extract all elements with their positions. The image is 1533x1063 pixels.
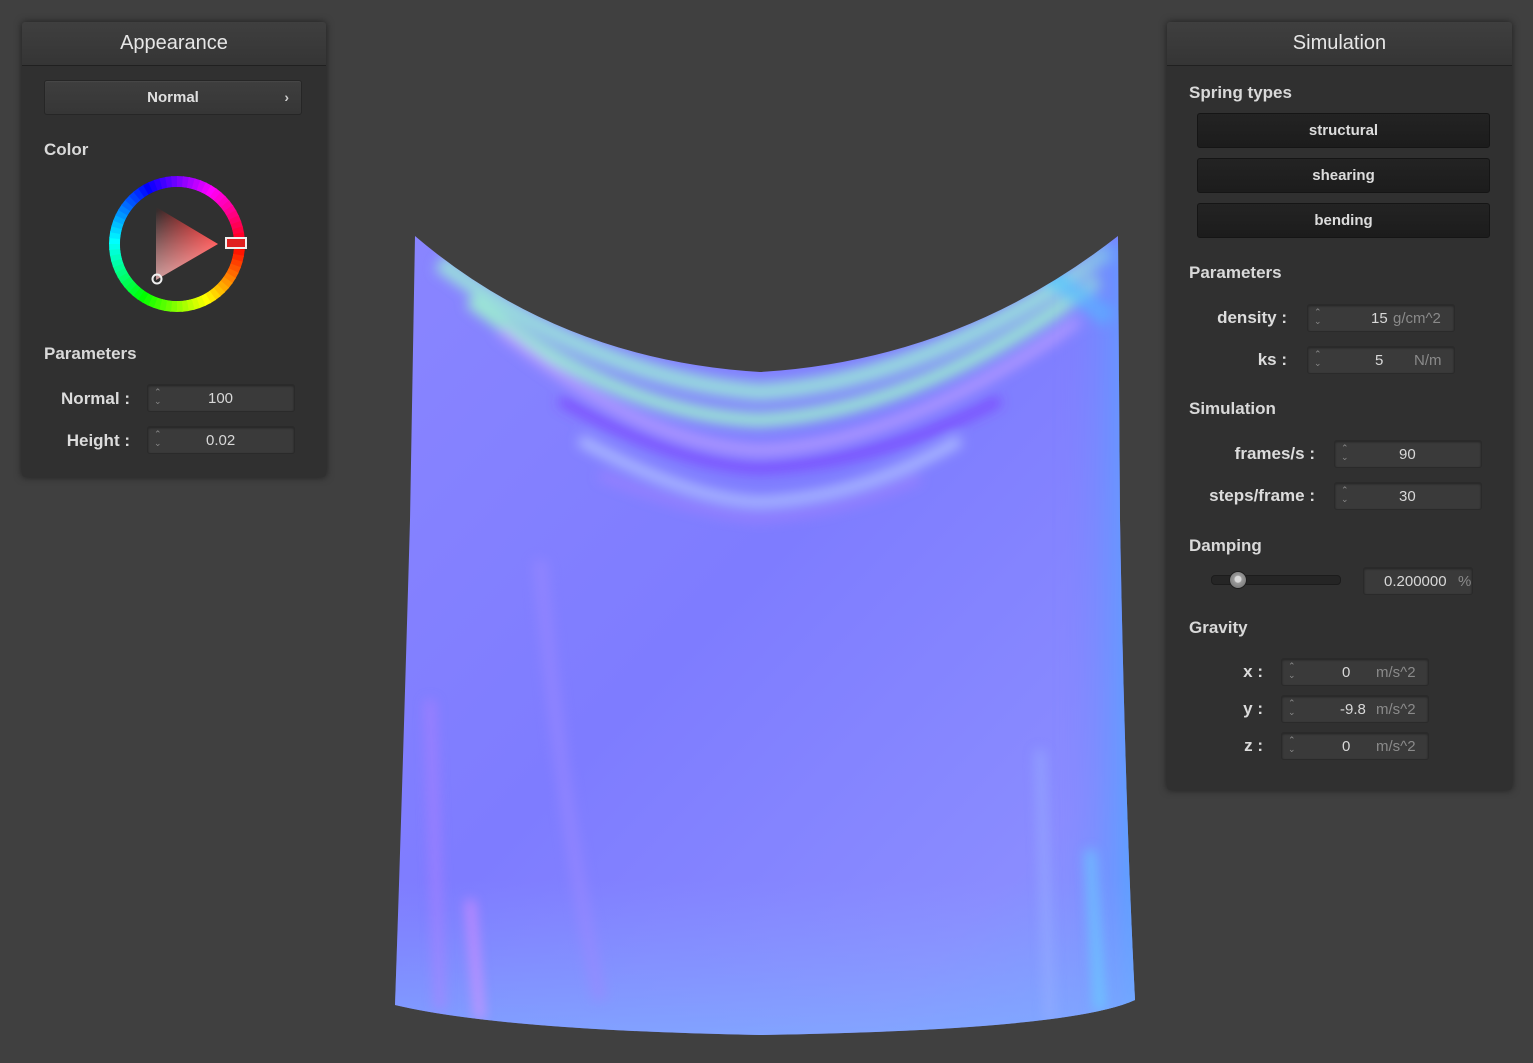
spinner-icon[interactable]: ⌃ ⌄ xyxy=(1314,308,1324,328)
shearing-button[interactable]: shearing xyxy=(1197,158,1490,193)
steps-per-frame-input[interactable]: ⌃ ⌄ 30 xyxy=(1334,482,1482,510)
simulation-parameters-label: Parameters xyxy=(1189,263,1282,282)
ks-value: 5 xyxy=(1375,352,1384,369)
gravity-y-label: y : xyxy=(1243,699,1263,718)
spinner-icon[interactable]: ⌃ ⌄ xyxy=(154,388,164,408)
height-label: Height : xyxy=(66,431,130,450)
simulation-panel: Simulation Spring types structural shear… xyxy=(1167,22,1512,790)
frames-per-second-input[interactable]: ⌃ ⌄ 90 xyxy=(1334,440,1482,468)
appearance-panel: Appearance Normal › Color Parameters Nor… xyxy=(22,22,326,477)
damping-value: 0.200000 xyxy=(1384,573,1447,590)
spinner-icon[interactable]: ⌃ ⌄ xyxy=(1288,736,1298,756)
shading-mode-button[interactable]: Normal › xyxy=(44,80,302,115)
appearance-panel-title[interactable]: Appearance xyxy=(22,22,326,66)
density-unit: g/cm^2 xyxy=(1393,310,1441,327)
density-input[interactable]: ⌃ ⌄ 15 g/cm^2 xyxy=(1307,304,1455,332)
spinner-icon[interactable]: ⌃ ⌄ xyxy=(1288,699,1298,719)
gravity-label: Gravity xyxy=(1189,618,1248,637)
density-value: 15 xyxy=(1371,310,1388,327)
gravity-x-value: 0 xyxy=(1342,664,1351,681)
spinner-icon[interactable]: ⌃ ⌄ xyxy=(1341,486,1351,506)
ks-unit: N/m xyxy=(1414,352,1442,369)
gravity-x-input[interactable]: ⌃ ⌄ 0 m/s^2 xyxy=(1281,658,1429,686)
gravity-x-label: x : xyxy=(1243,662,1263,681)
gravity-y-input[interactable]: ⌃ ⌄ -9.8 m/s^2 xyxy=(1281,695,1429,723)
damping-label: Damping xyxy=(1189,536,1262,555)
color-section-label: Color xyxy=(44,140,89,159)
gravity-z-input[interactable]: ⌃ ⌄ 0 m/s^2 xyxy=(1281,732,1429,760)
damping-slider-handle[interactable] xyxy=(1228,571,1247,589)
spinner-icon[interactable]: ⌃ ⌄ xyxy=(154,430,164,450)
gravity-y-unit: m/s^2 xyxy=(1376,701,1416,718)
simulation-section-label: Simulation xyxy=(1189,399,1276,418)
gravity-z-label: z : xyxy=(1244,736,1263,755)
color-wheel[interactable] xyxy=(102,170,252,320)
damping-input[interactable]: 0.200000 % xyxy=(1363,567,1473,595)
simulation-panel-title[interactable]: Simulation xyxy=(1167,22,1512,66)
frames-per-second-label: frames/s : xyxy=(1234,444,1315,463)
bending-button[interactable]: bending xyxy=(1197,203,1490,238)
height-input[interactable]: ⌃ ⌄ 0.02 xyxy=(147,426,295,454)
chevron-right-icon: › xyxy=(284,89,289,105)
normal-value: 100 xyxy=(208,390,234,407)
appearance-parameters-label: Parameters xyxy=(44,344,137,363)
ks-input[interactable]: ⌃ ⌄ 5 N/m xyxy=(1307,346,1455,374)
density-label: density : xyxy=(1217,308,1287,327)
height-value: 0.02 xyxy=(206,432,236,449)
normal-label: Normal : xyxy=(61,389,130,408)
gravity-z-unit: m/s^2 xyxy=(1376,738,1416,755)
normal-input[interactable]: ⌃ ⌄ 100 xyxy=(147,384,295,412)
hue-selector-handle xyxy=(225,237,247,249)
spinner-icon[interactable]: ⌃ ⌄ xyxy=(1314,350,1324,370)
steps-per-frame-value: 30 xyxy=(1399,488,1416,505)
spinner-icon[interactable]: ⌃ ⌄ xyxy=(1341,444,1351,464)
spinner-icon[interactable]: ⌃ ⌄ xyxy=(1288,662,1298,682)
damping-unit: % xyxy=(1458,573,1472,590)
structural-button[interactable]: structural xyxy=(1197,113,1490,148)
ks-label: ks : xyxy=(1257,350,1287,369)
frames-per-second-value: 90 xyxy=(1399,446,1416,463)
gravity-z-value: 0 xyxy=(1342,738,1351,755)
gravity-x-unit: m/s^2 xyxy=(1376,664,1416,681)
steps-per-frame-label: steps/frame : xyxy=(1209,486,1315,505)
gravity-y-value: -9.8 xyxy=(1340,701,1366,718)
spring-types-label: Spring types xyxy=(1189,83,1292,102)
shading-mode-label: Normal xyxy=(147,89,199,106)
